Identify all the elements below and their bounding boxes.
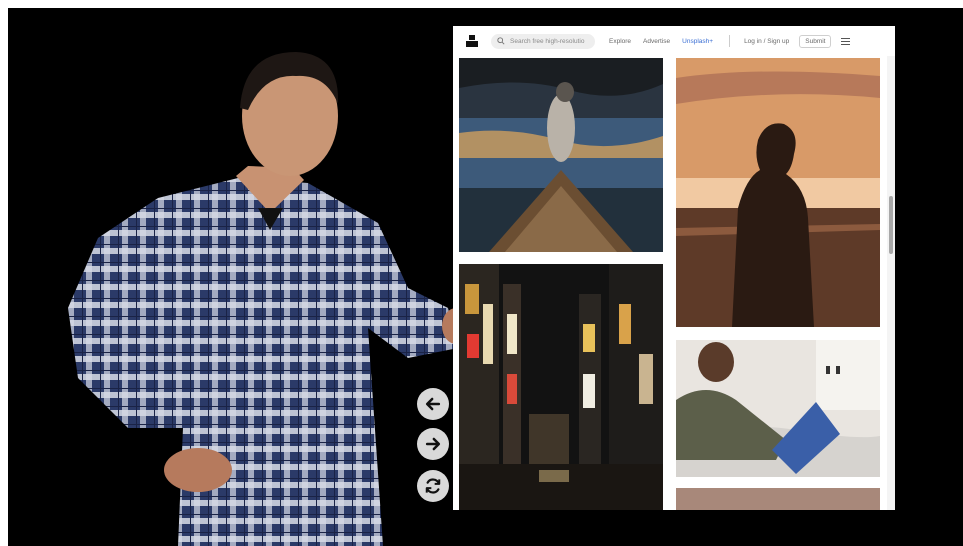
forward-button[interactable] [417,428,449,460]
submit-button[interactable]: Submit [799,34,832,48]
divider [729,35,731,47]
video-frame: Search free high-resolutio Explore Adver… [8,8,963,546]
browser-window: Search free high-resolutio Explore Adver… [453,26,895,510]
reload-button[interactable] [417,470,449,502]
search-icon [497,37,505,45]
nav-explore[interactable]: Explore [609,38,631,45]
search-placeholder: Search free high-resolutio [510,37,585,45]
scrollbar[interactable] [887,56,895,510]
presenter [8,8,468,546]
site-header: Search free high-resolutio Explore Adver… [453,26,895,56]
top-nav: Explore Advertise Unsplash+ [609,38,713,45]
nav-unsplash-plus[interactable]: Unsplash+ [682,38,713,45]
back-button[interactable] [417,388,449,420]
photo-husky-in-boat[interactable] [459,58,663,252]
arrow-left-icon [425,397,441,411]
arrow-right-icon [425,437,441,451]
photo-partial[interactable] [676,488,880,510]
photo-woman-with-tablet[interactable] [676,340,880,477]
hamburger-menu-icon[interactable] [841,37,851,45]
scrollbar-thumb[interactable] [889,196,893,254]
refresh-icon [425,478,441,494]
search-input[interactable]: Search free high-resolutio [491,33,595,49]
login-signup-link[interactable]: Log in / Sign up [744,38,789,45]
unsplash-logo-icon[interactable] [465,34,479,48]
photo-night-city-street[interactable] [459,264,663,510]
photo-silhouette-sunset[interactable] [676,58,880,327]
nav-advertise[interactable]: Advertise [643,38,670,45]
